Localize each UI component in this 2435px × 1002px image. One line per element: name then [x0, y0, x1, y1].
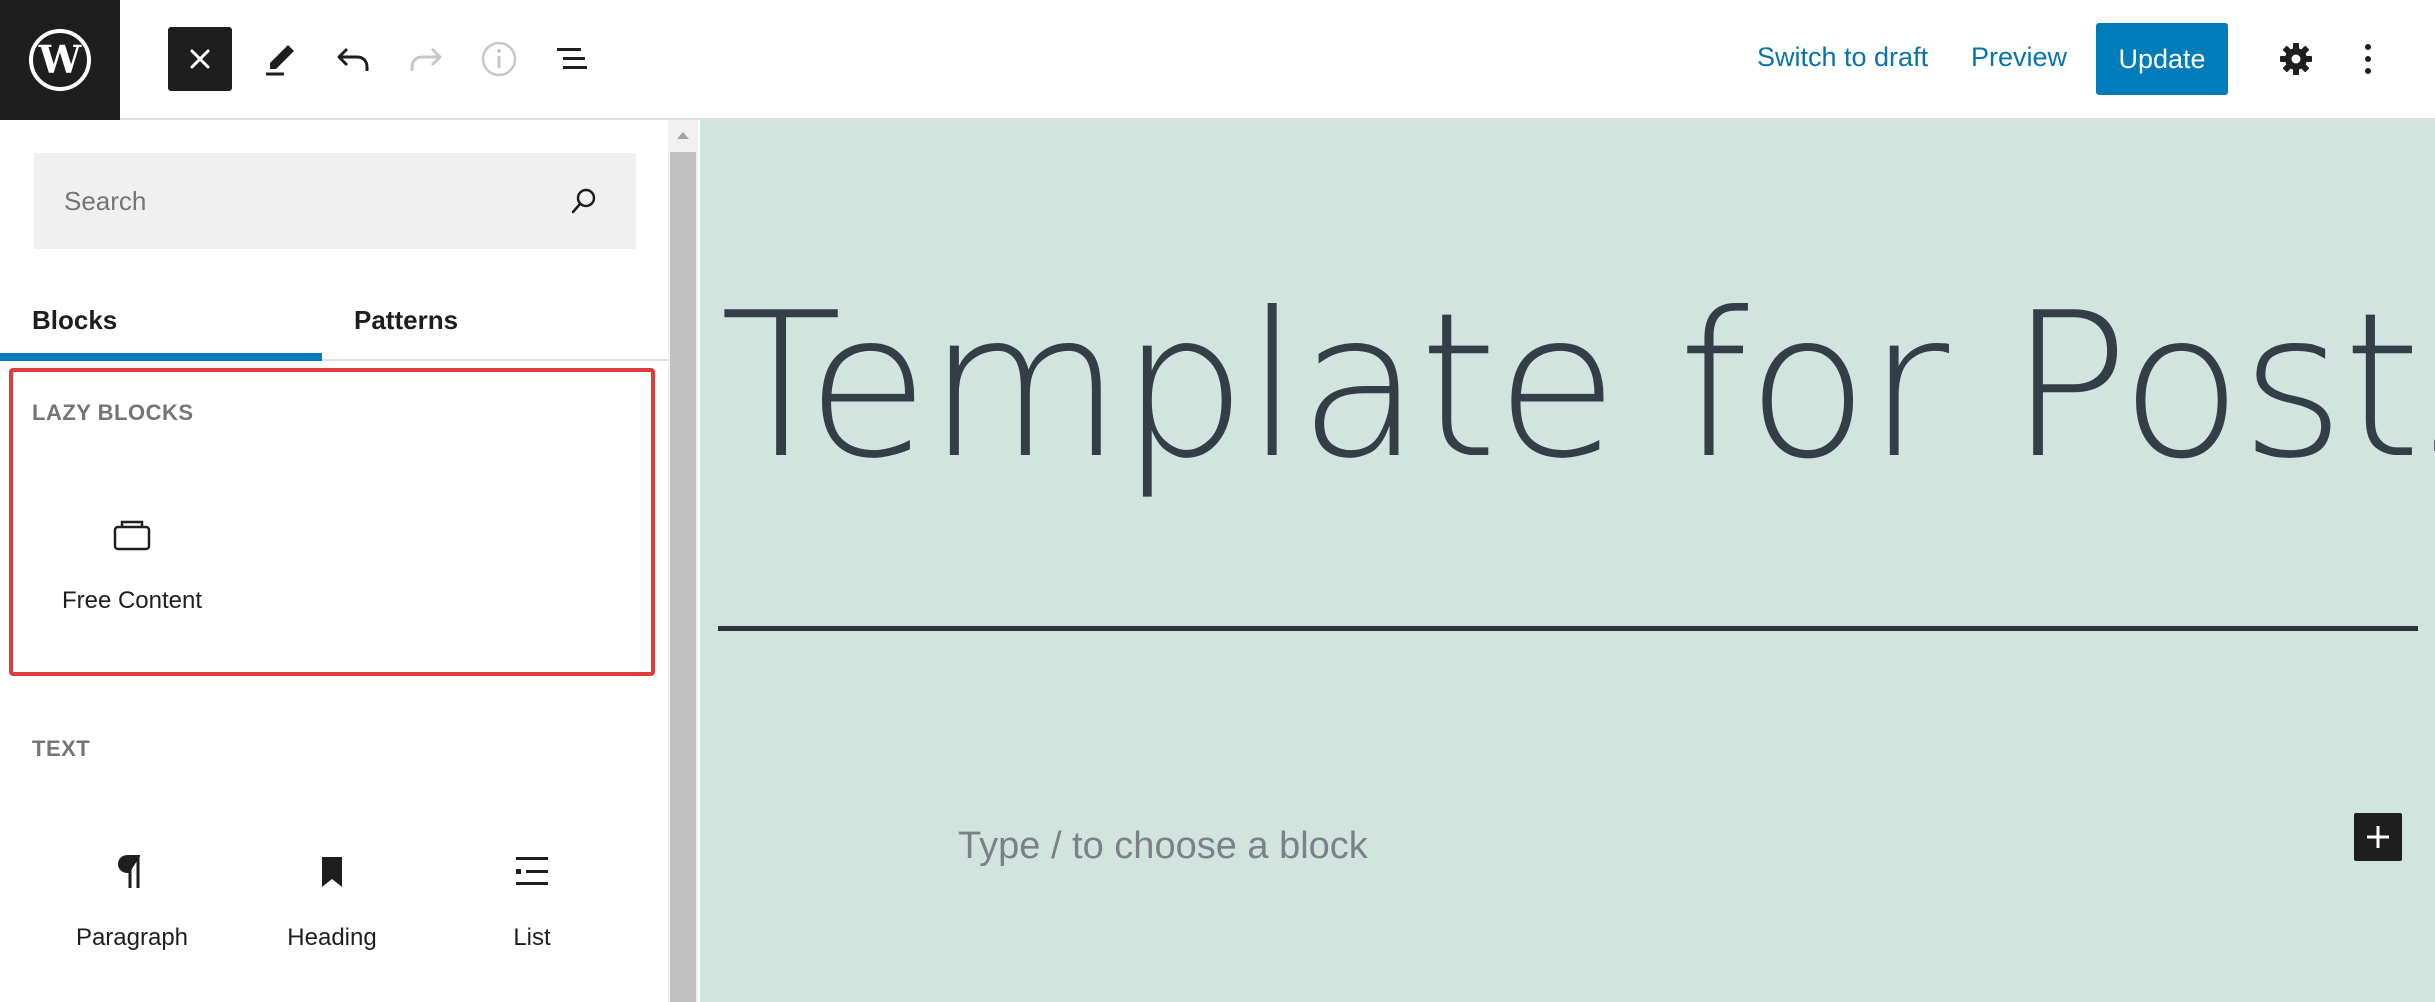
block-item-list[interactable]: List	[432, 852, 632, 1002]
plus-icon	[2367, 826, 2389, 848]
wordpress-logo-button[interactable]: W	[0, 0, 120, 120]
info-icon	[481, 41, 517, 77]
editor-canvas: Template for Posts Type / to choose a bl…	[700, 120, 2435, 1002]
paragraph-icon	[112, 852, 152, 892]
pencil-icon	[266, 45, 294, 76]
svg-text:W: W	[38, 37, 83, 82]
free-content-icon	[112, 515, 152, 555]
tab-patterns[interactable]: Patterns	[354, 280, 644, 361]
close-inserter-button[interactable]	[168, 27, 232, 91]
list-view-icon	[557, 48, 587, 69]
post-title[interactable]: Template for Posts	[720, 270, 2435, 503]
undo-button[interactable]	[321, 27, 385, 91]
undo-icon	[337, 47, 369, 71]
category-title-text: TEXT	[32, 736, 91, 761]
editor-header: W Switch to draft Preview Update	[0, 0, 2435, 120]
block-label: Free Content	[61, 587, 203, 614]
tools-edit-button[interactable]	[248, 27, 312, 91]
block-item-paragraph[interactable]: Paragraph	[32, 852, 232, 1002]
inserter-tabs: Blocks Patterns	[0, 280, 668, 361]
block-item-free-content[interactable]: Free Content	[32, 515, 232, 665]
options-menu-button[interactable]	[2336, 27, 2400, 91]
list-icon	[512, 852, 552, 892]
close-icon	[190, 49, 210, 69]
preview-button[interactable]: Preview	[1971, 42, 2067, 73]
sidebar-scrollbar[interactable]	[668, 120, 698, 1002]
search-icon[interactable]	[564, 181, 604, 221]
settings-button[interactable]	[2264, 27, 2328, 91]
tab-blocks[interactable]: Blocks	[32, 280, 322, 361]
switch-to-draft-button[interactable]: Switch to draft	[1757, 42, 1928, 73]
category-title-lazy-blocks: LAZY BLOCKS	[32, 400, 194, 425]
list-view-button[interactable]	[540, 27, 604, 91]
block-item-heading[interactable]: Heading	[232, 852, 432, 1002]
redo-button[interactable]	[394, 27, 458, 91]
block-label: Heading	[287, 924, 377, 951]
block-label: Paragraph	[75, 924, 189, 951]
block-inserter-panel: Blocks Patterns LAZY BLOCKS Free Content…	[0, 120, 668, 1002]
redo-icon	[410, 47, 442, 71]
block-label: List	[513, 924, 551, 951]
scrollbar-thumb[interactable]	[670, 152, 696, 1002]
more-vertical-icon	[2365, 44, 2371, 74]
default-block-appender[interactable]: Type / to choose a block	[958, 825, 1368, 868]
add-block-button[interactable]	[2354, 813, 2402, 861]
heading-icon	[312, 852, 352, 892]
update-button[interactable]: Update	[2096, 23, 2228, 95]
wordpress-icon: W	[29, 29, 91, 91]
search-input[interactable]	[64, 153, 564, 249]
active-tab-indicator	[0, 353, 322, 361]
separator-block[interactable]	[718, 626, 2418, 631]
scroll-up-arrow-icon[interactable]	[668, 120, 698, 150]
details-button[interactable]	[467, 27, 531, 91]
block-search	[34, 153, 636, 249]
gear-icon	[2280, 43, 2312, 75]
